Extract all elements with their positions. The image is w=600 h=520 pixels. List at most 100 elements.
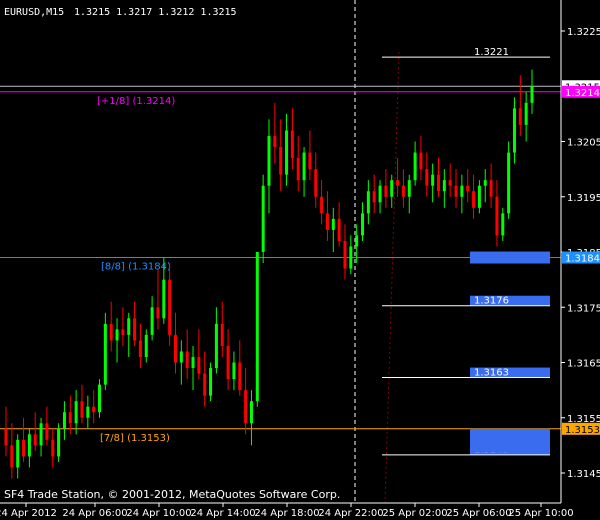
candle-body [179,351,183,363]
candle [267,119,271,214]
candle-body [162,279,166,319]
candle-body [168,279,172,335]
candle [39,417,43,457]
candle-body [86,406,90,418]
level-price-tag: 1.3184 [565,254,600,265]
candle [407,174,411,214]
level-zone-box [470,428,550,453]
ohlc-readout: 1.3215 1.3217 1.3212 1.3215 [74,7,237,18]
candle-body [366,191,370,214]
candle [302,147,306,197]
level-zone-box [470,251,550,264]
candle [279,119,283,192]
candle-body [279,147,283,175]
candle-body [384,185,388,197]
candle [349,235,353,275]
candle [144,329,148,363]
price-chart[interactable]: [+1/8] (1.3214) [8/8] (1.3184) [7/8] (1.31… [0,0,600,520]
price-tick-label: 1.3205 [567,138,600,149]
level-price-tag: 1.3153 [565,425,600,436]
candle [296,135,300,192]
candle [460,174,464,214]
candle-body [249,401,253,424]
candle-body [255,252,259,402]
candle [203,351,207,407]
time-tick-label: 25 Apr 06:00 [446,508,511,519]
candle [419,135,423,181]
candle [442,169,446,208]
candle-body [92,406,96,413]
candle [62,401,66,440]
candle-body [524,102,528,125]
candle-body [501,213,505,236]
candle [524,91,528,142]
candle [308,130,312,181]
candle-body [442,180,446,192]
candle-body [349,246,353,269]
time-tick-label: 24 Apr 22:00 [318,508,383,519]
candle [168,263,172,346]
candle-body [22,439,26,457]
candle-body [261,185,265,252]
candle [314,152,318,208]
candle [331,207,335,252]
candle [396,158,400,197]
candle-body [173,334,177,363]
price-tick-label: 1.3195 [567,193,600,204]
candle-body [74,401,78,424]
candle [454,169,458,208]
candle-body [413,152,417,181]
candle-body [267,135,271,186]
candle-body [244,390,248,424]
candle [530,69,534,114]
candle [4,406,8,457]
candle [209,362,213,402]
candle-body [10,445,14,468]
level-price-tag: 1.3214 [565,88,600,99]
candle-body [191,356,195,369]
candle-body [209,368,213,396]
candle-body [337,218,341,241]
candle-body [507,152,511,214]
candle [325,191,329,241]
candle [249,390,253,446]
candle [361,202,365,241]
candle-body [39,423,43,446]
candle [98,379,102,418]
price-tick-label: 1.3175 [567,303,600,314]
candle-body [150,307,154,335]
candle [238,340,242,396]
candle [501,207,505,241]
trading-chart-window[interactable]: [+1/8] (1.3214) [8/8] (1.3184) [7/8] (1.31… [0,0,600,520]
symbol-timeframe-label: EURUSD,M15 [4,7,64,18]
candle-body [45,423,49,440]
candle [436,158,440,197]
candle-body [343,240,347,269]
candle [261,174,265,264]
candle-body [127,318,131,335]
candle [45,406,49,446]
candle [320,180,324,225]
candle-body [144,334,148,357]
candle-body [62,412,66,429]
candle [103,312,107,391]
copyright-label: SF4 Trade Station, © 2001-2012, MetaQuot… [4,488,340,501]
candle [86,395,90,429]
candle [384,169,388,208]
candle [401,169,405,208]
murrey-level-label: [+1/8] (1.3214) [97,96,175,107]
candle [92,390,96,424]
candle-body [530,86,534,103]
candle-body [27,434,31,457]
candle [150,296,154,341]
candle-body [331,218,335,230]
candle-body [355,235,359,247]
candle-body [226,345,230,380]
candle-body [232,362,236,380]
candle [413,141,417,186]
candle [232,351,236,391]
candle-body [214,323,218,369]
candle [425,152,429,197]
target-price-label: 1.3221 [474,47,509,58]
time-tick-label: 24 Apr 10:00 [126,508,191,519]
